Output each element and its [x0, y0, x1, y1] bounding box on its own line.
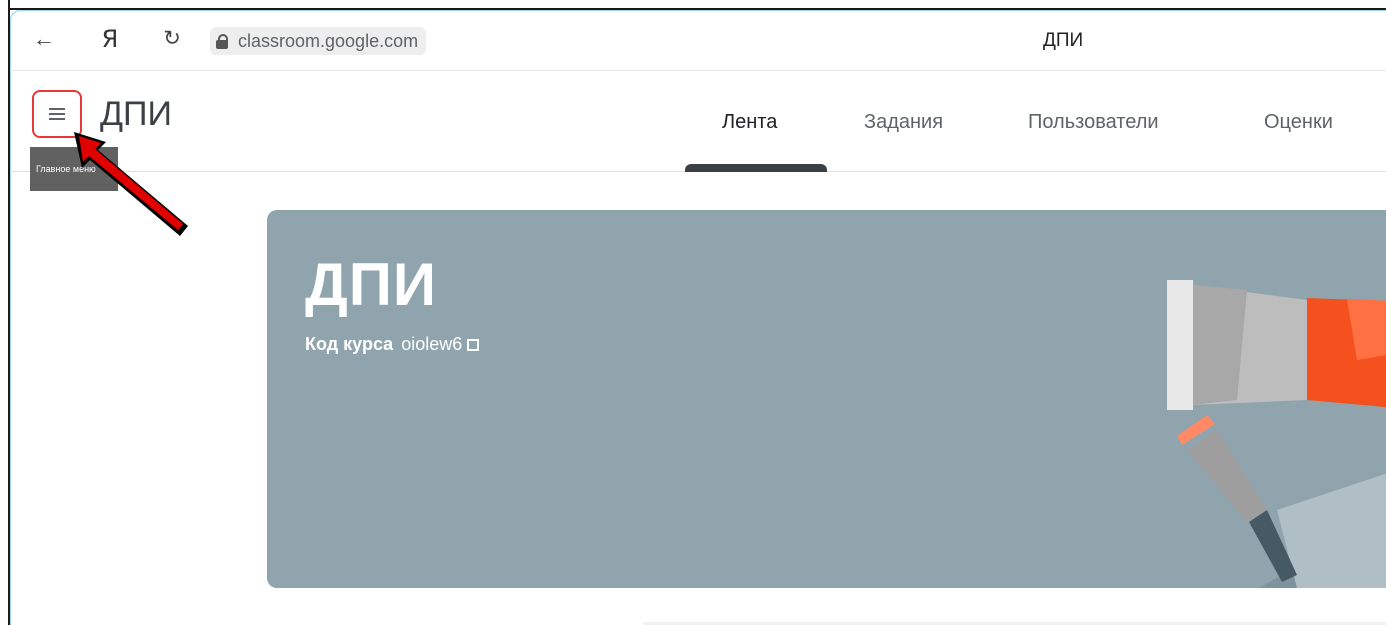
course-code-row: Код курса oiolew6	[305, 334, 480, 355]
reload-icon[interactable]: ↻	[160, 26, 184, 52]
hamburger-menu-icon	[49, 108, 65, 120]
tab-grades[interactable]: Оценки	[1264, 111, 1333, 134]
tab-stream[interactable]: Лента	[722, 111, 777, 134]
fullscreen-expand-icon[interactable]	[467, 338, 480, 351]
address-bar[interactable]: classroom.google.com	[210, 27, 427, 55]
course-title[interactable]: ДПИ	[100, 95, 172, 134]
url-text: classroom.google.com	[238, 30, 419, 51]
active-tab-indicator	[685, 164, 827, 172]
yandex-logo-icon[interactable]: Я	[98, 26, 122, 52]
classroom-header: ДПИ Лента Задания Пользователи Оценки	[10, 71, 1386, 172]
course-banner: ДПИ Код курса oiolew6	[267, 210, 1386, 588]
tab-classwork[interactable]: Задания	[864, 111, 943, 134]
paint-tube-brush-illustration	[1167, 280, 1386, 588]
course-code-value: oiolew6	[401, 334, 463, 354]
main-menu-button[interactable]	[32, 90, 82, 138]
browser-page-title: ДПИ	[1043, 30, 1084, 51]
banner-course-title: ДПИ	[305, 251, 437, 318]
tab-people[interactable]: Пользователи	[1028, 111, 1159, 134]
course-code-label: Код курса	[305, 334, 394, 354]
arrow-left-icon[interactable]: ←	[32, 26, 56, 52]
screenshot-border-left	[0, 0, 10, 625]
screenshot-border-top	[0, 0, 1386, 10]
lock-icon	[216, 34, 228, 49]
browser-toolbar: ← Я ↻ classroom.google.com ДПИ	[10, 10, 1386, 71]
browser-window: ← Я ↻ classroom.google.com ДПИ ДПИ Лента…	[10, 10, 1386, 625]
main-menu-tooltip: Главное меню	[30, 147, 118, 191]
